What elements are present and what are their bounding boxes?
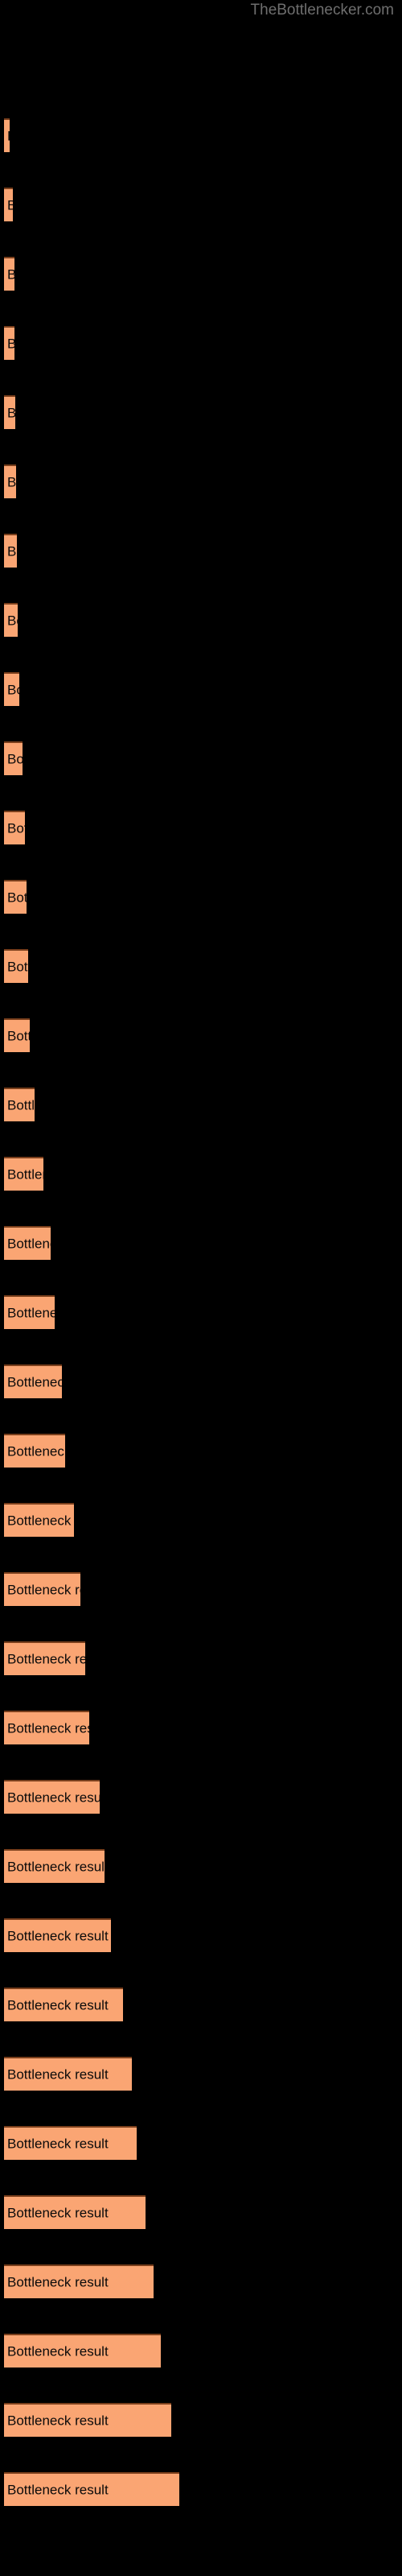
bar: Bottleneck result [4,1780,100,1814]
bar-label: Bottleneck result [7,1651,85,1667]
bar: Bottleneck result [4,534,17,568]
bar-label: Bottleneck result [7,1720,89,1736]
bar-label: Bottleneck result [7,2066,109,2083]
bottleneck-bar-chart: Bottleneck result Bottleneck result Bottle… [0,0,402,2576]
bar-label: Bottleneck result [7,682,19,698]
bar: Bottleneck result [4,2264,154,2298]
bar-label: Bottleneck result [7,2413,109,2429]
bar-label: Bottleneck result [7,2274,109,2290]
bar: Bottleneck result [4,2403,171,2437]
bar: Bottleneck result [4,257,14,291]
bar: Bottleneck result [4,464,16,498]
bar: Bottleneck result [4,1641,85,1675]
bar: Bottleneck result [4,2472,179,2506]
bar-label: Bottleneck result [7,2136,109,2152]
bar-label: Bottleneck result [7,543,17,559]
bar-label: Bottleneck result [7,474,16,490]
bar-label: Bottleneck result [7,1443,65,1459]
bar-label: Bottleneck result [7,2343,109,2359]
bar: Bottleneck result [4,603,18,637]
bar: Bottleneck result [4,811,25,844]
bar-label: Bottleneck result [7,1928,109,1944]
bar: Bottleneck result [4,1226,51,1260]
bar-label: Bottleneck result [7,890,27,906]
bar-label: Bottleneck result [7,337,14,351]
bar-label: Bottleneck result [7,1859,105,1875]
bar: Bottleneck result [4,1711,89,1744]
bar-label: Bottleneck result [7,1374,62,1390]
bar-label: Bottleneck result [7,2205,109,2221]
bar: Bottleneck result [4,949,28,983]
bar-label: Bottleneck result [7,1166,43,1183]
bar: Bottleneck result [4,1988,123,2021]
bar: Bottleneck result [4,1503,74,1537]
bar: Bottleneck result [4,1088,35,1121]
bar: Bottleneck result [4,2057,132,2091]
bar: Bottleneck result [4,1295,55,1329]
bar-label: Bottleneck result [7,1236,51,1252]
bar: Bottleneck result [4,188,13,221]
bar-label: Bottleneck result [7,268,14,282]
bar: Bottleneck result [4,1157,43,1191]
bar: Bottleneck result [4,326,14,360]
bar-label: Bottleneck result [7,1582,80,1598]
bar-label: Bottleneck result [7,1097,35,1113]
bar-label: Bottleneck result [7,1028,30,1044]
bar: Bottleneck result [4,1364,62,1398]
bar: Bottleneck result [4,1572,80,1606]
bar-label: Bottleneck result [7,1513,74,1529]
bar-label: Bottleneck result [7,1997,109,2013]
bar-label: Bottleneck result [7,751,23,767]
bar: Bottleneck result [4,880,27,914]
bar-label: Bottleneck result [7,2482,109,2498]
bar-label: Bottleneck result [7,959,28,975]
bar-label: Bottleneck result [7,1305,55,1321]
bar-label: Bottleneck result [7,613,18,629]
bar-label: Bottleneck result [7,1790,100,1806]
bar: Bottleneck result [4,1018,30,1052]
bar-label: Bottleneck result [7,130,10,143]
site-watermark: TheBottlenecker.com [250,2,394,19]
bar: Bottleneck result [4,2195,146,2229]
bar: Bottleneck result [4,395,15,429]
bar: Bottleneck result [4,672,19,706]
bar-label: Bottleneck result [7,407,15,420]
bar: Bottleneck result [4,118,10,152]
bar: Bottleneck result [4,1849,105,1883]
bar: Bottleneck result [4,2334,161,2368]
bar-label: Bottleneck result [7,199,13,213]
bar: Bottleneck result [4,1918,111,1952]
bar: Bottleneck result [4,741,23,775]
bar-label: Bottleneck result [7,820,25,836]
bar: Bottleneck result [4,1434,65,1468]
bar: Bottleneck result [4,2126,137,2160]
